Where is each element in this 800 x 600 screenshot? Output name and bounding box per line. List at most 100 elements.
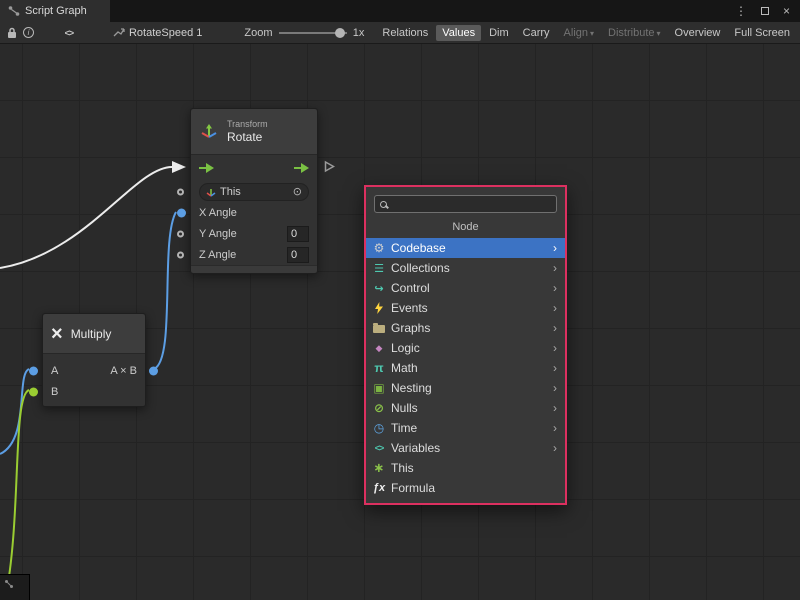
finder-item-nulls[interactable]: ⊘ Nulls › [366,398,565,418]
z-angle-label: Z Angle [199,249,236,261]
flow-continuation-icon [324,161,335,176]
z-angle-field[interactable] [287,247,309,263]
x-angle-port[interactable] [177,208,186,217]
chevron-right-icon: › [553,441,557,455]
lock-icon[interactable] [4,24,20,42]
dim-button[interactable]: Dim [483,25,515,41]
finder-search[interactable] [374,195,557,213]
graph-asset[interactable]: RotateSpeed 1 [113,27,202,39]
finder-header: Node [366,215,565,238]
finder-item-codebase[interactable]: ⚙ Codebase › [366,238,565,258]
input-a-label: A [51,365,58,377]
graph-canvas[interactable]: Transform Rotate [0,44,800,600]
finder-item-logic[interactable]: ◆ Logic › [366,338,565,358]
nesting-icon: ▣ [372,381,386,395]
multiply-icon: × [51,324,63,344]
self-axis-icon [206,187,216,197]
finder-item-control[interactable]: ↪ Control › [366,278,565,298]
clock-icon: ◷ [372,421,386,435]
values-button[interactable]: Values [436,25,481,41]
y-angle-port[interactable] [177,230,184,237]
input-a-port[interactable] [29,366,38,375]
finder-item-nesting[interactable]: ▣ Nesting › [366,378,565,398]
finder-item-events[interactable]: Events › [366,298,565,318]
zoom-slider-knob[interactable] [335,28,345,38]
search-input[interactable] [391,198,551,210]
finder-item-formula[interactable]: ƒx Formula [366,478,565,498]
window-menu-icon[interactable]: ⋮ [735,4,747,18]
chevron-right-icon: › [553,281,557,295]
input-b-label: B [51,386,58,398]
multiply-node[interactable]: × Multiply A A × B B [42,313,146,407]
chevron-right-icon: › [553,241,557,255]
this-port[interactable] [177,188,184,195]
script-graph-icon [8,5,20,17]
chevron-right-icon: › [553,381,557,395]
formula-icon: ƒx [372,481,386,495]
y-angle-label: Y Angle [199,228,237,240]
finder-item-label: Variables [391,441,440,455]
script-graph-icon [4,579,14,589]
tab-script-graph[interactable]: Script Graph [0,0,110,22]
x-angle-label: X Angle [199,207,237,219]
chevron-right-icon: › [553,401,557,415]
this-label: This [220,186,241,198]
chevron-right-icon: › [553,421,557,435]
node-title: Rotate [227,130,268,144]
multiply-node-header[interactable]: × Multiply [43,314,145,354]
zoom-slider[interactable] [279,32,347,34]
unity-script-graph-window: Script Graph ⋮ × <> RotateSpeed 1 Zoom [0,0,800,600]
finder-item-time[interactable]: ◷ Time › [366,418,565,438]
overview-button[interactable]: Overview [669,25,727,41]
align-dropdown[interactable]: Align▾ [558,25,600,41]
this-port-row: This ⊙ [191,181,317,202]
finder-item-label: Time [391,421,417,435]
finder-item-label: Logic [391,341,420,355]
rotate-node-header[interactable]: Transform Rotate [191,109,317,155]
finder-item-label: Nulls [391,401,418,415]
relations-button[interactable]: Relations [376,25,434,41]
finder-item-label: Graphs [391,321,430,335]
finder-item-graphs[interactable]: Graphs › [366,318,565,338]
finder-item-this[interactable]: ∗ This [366,458,565,478]
close-icon[interactable]: × [783,4,790,18]
self-icon: ∗ [372,461,386,475]
list-icon: ☰ [372,261,386,275]
carry-button[interactable]: Carry [517,25,556,41]
tab-label: Script Graph [25,5,87,17]
output-label: A × B [110,365,137,377]
finder-item-variables[interactable]: <> Variables › [366,438,565,458]
flow-out-port[interactable] [294,163,309,173]
pi-icon: π [372,361,386,375]
flow-in-port[interactable] [199,163,214,173]
zoom-factor: 1x [353,27,365,39]
z-angle-port[interactable] [177,251,184,258]
finder-item-label: Collections [391,261,450,275]
finder-item-collections[interactable]: ☰ Collections › [366,258,565,278]
this-object-field[interactable]: This ⊙ [199,183,309,201]
transform-icon [199,122,219,142]
output-port[interactable] [149,366,158,375]
fullscreen-button[interactable]: Full Screen [728,25,796,41]
y-angle-field[interactable] [287,226,309,242]
finder-item-label: Events [391,301,428,315]
logic-icon: ◆ [372,341,386,355]
search-icon [380,201,387,208]
object-picker-icon[interactable]: ⊙ [293,185,302,198]
window-fragment [0,574,30,600]
finder-item-math[interactable]: π Math › [366,358,565,378]
input-b-port[interactable] [29,387,38,396]
info-icon[interactable] [20,24,36,42]
maximize-icon[interactable] [761,7,769,15]
chevron-right-icon: › [553,341,557,355]
variables-icon: <> [372,441,386,455]
chevron-right-icon: › [553,301,557,315]
toolbar-buttons: Relations Values Dim Carry Align▾ Distri… [376,25,796,41]
distribute-dropdown[interactable]: Distribute▾ [602,25,666,41]
flow-wire [0,167,172,268]
tab-strip: Script Graph ⋮ × [0,0,800,22]
code-icon[interactable]: <> [61,24,77,42]
flow-wire-arrowhead [172,161,186,173]
graph-asset-icon [113,27,125,39]
rotate-node[interactable]: Transform Rotate [190,108,318,274]
